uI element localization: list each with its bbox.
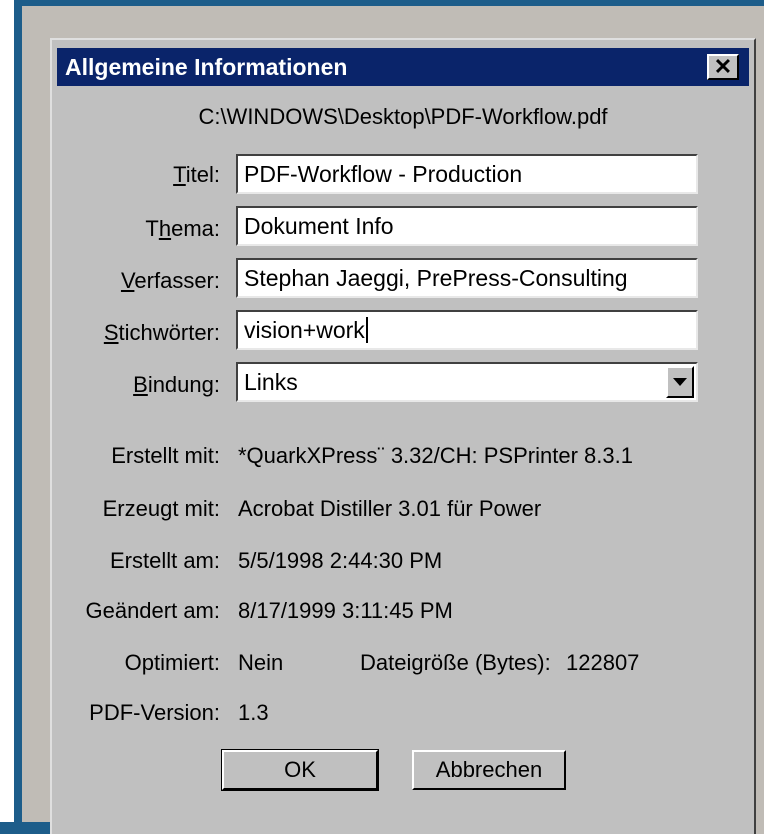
pdf-version-label: PDF-Version: (89, 700, 220, 725)
file-path: C:\WINDOWS\Desktop\PDF-Workflow.pdf (198, 104, 608, 129)
cancel-button[interactable]: Abbrechen (412, 750, 566, 790)
geaendert-am-value: 8/17/1999 3:11:45 PM (238, 598, 453, 623)
erstellt-am-value: 5/5/1998 2:44:30 PM (238, 548, 443, 573)
bindung-label: Bindung: (133, 372, 220, 397)
dialog-title: Allgemeine Informationen (65, 53, 348, 80)
stichwoerter-input[interactable]: vision+work (236, 310, 698, 350)
thema-mnemonic: h (158, 216, 172, 241)
verfasser-input[interactable]: Stephan Jaeggi, PrePress-Consulting (236, 258, 698, 298)
close-icon: ✕ (713, 54, 733, 79)
optimiert-value: Nein (238, 650, 284, 675)
verfasser-label: Verfasser: (120, 268, 220, 293)
geaendert-am-label: Geändert am: (85, 598, 220, 623)
erzeugt-mit-label: Erzeugt mit: (102, 496, 220, 521)
bindung-mnemonic: B (133, 372, 148, 397)
erstellt-am-label: Erstellt am: (109, 548, 220, 573)
erstellt-mit-label: Erstellt mit: (111, 443, 220, 468)
dialog-titlebar[interactable]: Allgemeine Informationen ✕ (57, 48, 749, 86)
erstellt-mit-value: *QuarkXPress¨ 3.32/CH: PSPrinter 8.3.1 (238, 443, 633, 468)
accent-bar (0, 822, 56, 834)
dateigroesse-value: 122807 (566, 650, 640, 675)
titel-input[interactable]: PDF-Workflow - Production (236, 154, 698, 194)
document-info-dialog: Allgemeine Informationen ✕ C:\WINDOWS\De… (50, 38, 756, 834)
bindung-selected-value: Links (244, 369, 298, 395)
ok-button[interactable]: OK (221, 749, 379, 791)
optimiert-label: Optimiert: (124, 650, 220, 675)
titel-label: Titel: (173, 162, 220, 187)
text-caret (365, 317, 368, 343)
titel-mnemonic: T (173, 162, 186, 187)
close-button[interactable]: ✕ (707, 54, 739, 80)
pdf-version-value: 1.3 (238, 700, 269, 725)
thema-label: Thema: (145, 216, 220, 241)
verfasser-mnemonic: V (120, 268, 135, 293)
dropdown-button[interactable] (666, 366, 694, 398)
stichwoerter-label: Stichwörter: (103, 320, 220, 345)
erzeugt-mit-value: Acrobat Distiller 3.01 für Power (238, 496, 542, 521)
stichwoerter-mnemonic: S (103, 320, 119, 345)
dateigroesse-label: Dateigröße (Bytes): (360, 650, 551, 675)
bindung-select[interactable]: Links (236, 362, 698, 402)
thema-input[interactable]: Dokument Info (236, 206, 698, 246)
chevron-down-icon (673, 378, 687, 386)
